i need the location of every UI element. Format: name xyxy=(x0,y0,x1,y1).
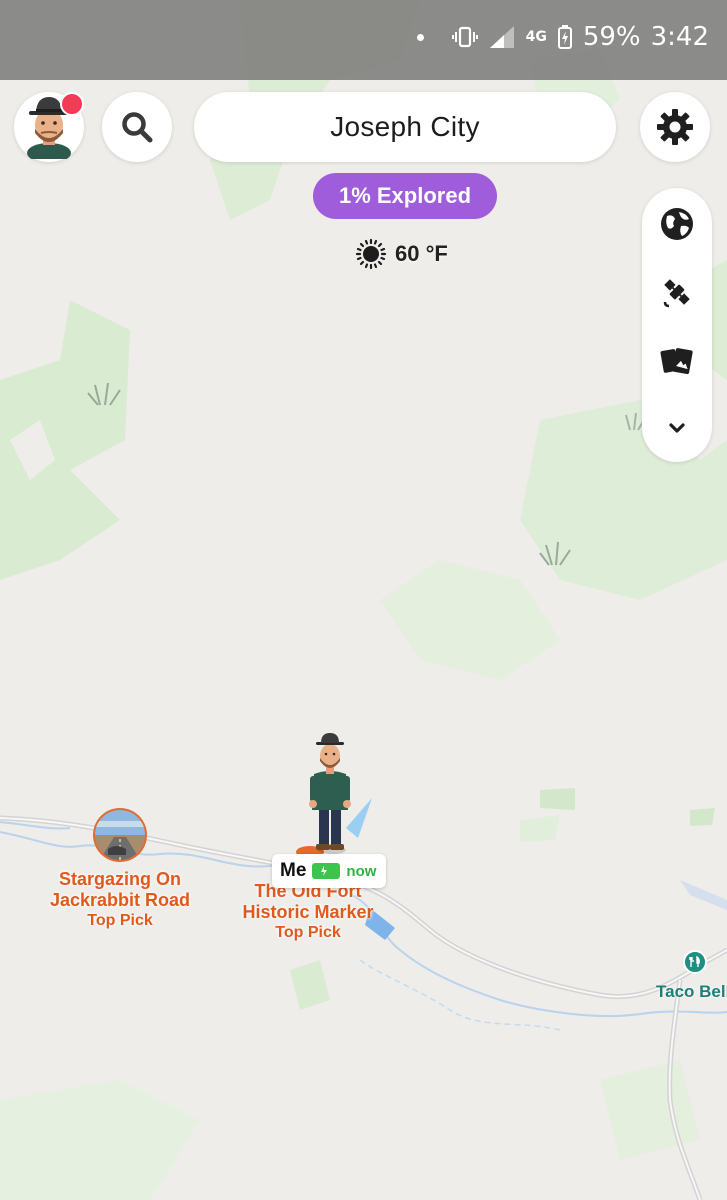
clock-time: 3:42 xyxy=(650,22,709,52)
battery-charging-icon xyxy=(557,25,572,49)
explored-text: 1% Explored xyxy=(338,183,472,208)
location-name-pill[interactable]: Joseph City xyxy=(194,92,616,162)
explored-badge[interactable]: 1% Explored xyxy=(313,173,497,219)
memories-cards-icon xyxy=(660,348,693,375)
place-title: Jackrabbit Road xyxy=(49,890,191,910)
memories-button[interactable] xyxy=(657,342,697,382)
place-thumbnail xyxy=(93,808,147,862)
status-bar: 4G 59% 3:42 xyxy=(0,0,727,80)
battery-percent: 59% xyxy=(582,22,641,52)
place-subtitle: Top Pick xyxy=(275,924,341,941)
search-button[interactable] xyxy=(102,92,172,162)
battery-status-icon xyxy=(312,863,341,879)
sun-icon xyxy=(355,238,387,270)
weather-indicator[interactable]: 60 °F xyxy=(355,238,448,270)
profile-avatar-button[interactable] xyxy=(14,92,84,162)
globe-icon xyxy=(661,208,693,240)
network-type: 4G xyxy=(525,29,547,45)
place-marker-stargazing[interactable] xyxy=(92,807,148,863)
weather-temperature: 60 °F xyxy=(395,241,448,266)
signal-icon xyxy=(489,26,514,48)
vibrate-icon xyxy=(451,26,478,48)
my-bitmoji[interactable] xyxy=(300,730,380,858)
satellite-icon xyxy=(663,279,690,308)
expand-toolbar-button[interactable] xyxy=(657,408,697,448)
search-icon xyxy=(122,112,153,143)
restaurant-icon xyxy=(689,955,700,967)
poi-marker-taco-bell[interactable] xyxy=(683,950,707,974)
my-location-tag[interactable]: Me now xyxy=(272,854,386,888)
me-label: Me xyxy=(280,860,307,881)
place-subtitle: Top Pick xyxy=(87,912,153,929)
notification-badge xyxy=(60,92,84,116)
globe-button[interactable] xyxy=(657,204,697,244)
settings-button[interactable] xyxy=(640,92,710,162)
last-seen-status: now xyxy=(346,862,377,880)
place-title: Historic Marker xyxy=(242,902,374,922)
gear-icon xyxy=(657,109,693,145)
notification-dot-icon xyxy=(416,33,424,41)
place-title: Stargazing On xyxy=(58,869,181,889)
place-label-stargazing[interactable]: Stargazing On Jackrabbit Road Top Pick xyxy=(40,869,200,931)
place-label-old-fort[interactable]: The Old Fort Historic Marker Top Pick xyxy=(228,881,388,943)
poi-label[interactable]: Taco Bell xyxy=(656,982,727,1002)
satellite-button[interactable] xyxy=(657,272,697,312)
chevron-down-icon xyxy=(669,423,685,433)
location-name: Joseph City xyxy=(330,111,480,142)
map-layers-toolbar xyxy=(642,188,712,462)
